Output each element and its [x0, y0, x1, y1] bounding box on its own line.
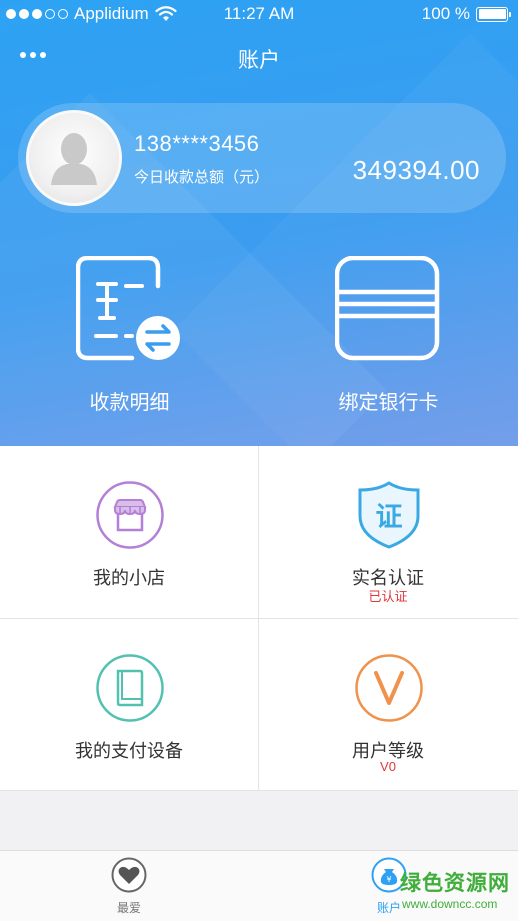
today-income-label: 今日收款总额（元） — [134, 169, 270, 186]
avatar[interactable] — [26, 110, 122, 206]
user-silhouette-icon — [51, 133, 97, 185]
real-name-verification-item[interactable]: 证 实名认证 已认证 — [259, 446, 517, 618]
verified-status-badge: 已认证 — [368, 589, 408, 604]
menu-grid: 我的小店 证 实名认证 已认证 我的支付设备 用户等级 V0 — [0, 446, 518, 791]
my-payment-device-item[interactable]: 我的支付设备 — [0, 619, 258, 791]
receipt-details-button[interactable]: 收款明细 — [0, 255, 259, 414]
watermark-title: 绿色资源网 — [400, 872, 510, 895]
receipt-exchange-icon — [75, 255, 180, 361]
account-header: Applidium 11:27 AM 100 % 账户 138****3456 … — [0, 0, 518, 446]
shop-icon — [96, 481, 164, 549]
my-shop-item[interactable]: 我的小店 — [0, 446, 258, 618]
bind-bank-card-label: 绑定银行卡 — [338, 392, 439, 414]
watermark-url: www.downcc.com — [402, 897, 498, 911]
vip-level-icon — [355, 654, 423, 722]
battery-info: 100 % — [421, 4, 511, 24]
account-summary-card: 138****3456 今日收款总额（元） 349394.00 — [18, 103, 506, 213]
user-level-item[interactable]: 用户等级 V0 — [259, 619, 517, 791]
bank-card-icon — [334, 255, 440, 361]
device-icon — [96, 654, 164, 722]
watermark: 绿色资源网 www.downcc.com — [388, 867, 518, 921]
receipt-details-label: 收款明细 — [89, 392, 170, 414]
my-shop-label: 我的小店 — [93, 568, 165, 588]
svg-text:证: 证 — [376, 502, 403, 533]
battery-percent: 100 % — [421, 4, 470, 23]
tab-favorites-label: 最爱 — [116, 901, 141, 915]
heart-icon — [111, 857, 147, 893]
my-payment-device-label: 我的支付设备 — [75, 741, 183, 761]
bind-bank-card-button[interactable]: 绑定银行卡 — [259, 255, 518, 414]
account-phone: 138****3456 — [134, 131, 260, 156]
status-bar: Applidium 11:27 AM 100 % — [0, 0, 518, 28]
certificate-shield-icon: 证 — [358, 481, 420, 549]
bottom-tab-bar: 最爱 ¥ 账户 绿色资源网 www.downcc.com — [0, 850, 518, 921]
today-income-amount: 349394.00 — [352, 155, 480, 185]
tab-favorites[interactable]: 最爱 — [89, 857, 169, 917]
nav-bar: 账户 — [0, 28, 518, 88]
page-title: 账户 — [238, 49, 280, 72]
user-level-value: V0 — [380, 759, 396, 774]
battery-icon — [476, 6, 511, 22]
